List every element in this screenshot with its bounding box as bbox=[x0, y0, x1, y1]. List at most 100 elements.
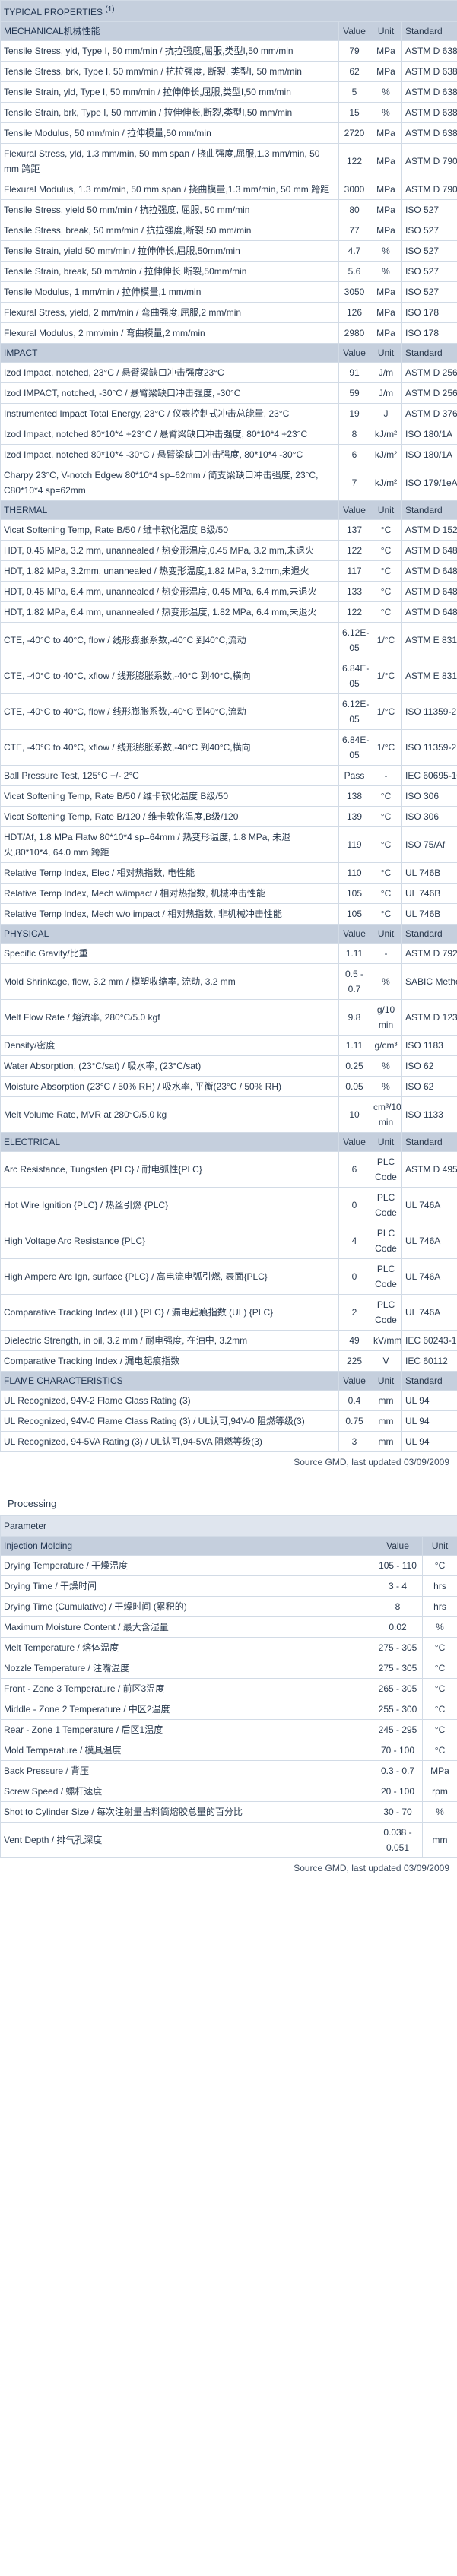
property-unit: % bbox=[370, 261, 402, 282]
property-unit: % bbox=[370, 102, 402, 123]
property-unit: mm bbox=[370, 1431, 402, 1452]
parameter-unit: °C bbox=[421, 1658, 457, 1679]
property-standard: UL 746A bbox=[401, 1223, 457, 1259]
parameter-name: Front - Zone 3 Temperature / 前区3温度 bbox=[0, 1678, 373, 1699]
property-standard: ASTM D 648 bbox=[401, 540, 457, 561]
table-row: Tensile Stress, break, 50 mm/min / 抗拉强度,… bbox=[0, 220, 457, 241]
property-name: Flexural Stress, yield, 2 mm/min / 弯曲强度,… bbox=[0, 302, 339, 323]
value-column-header: Value bbox=[338, 21, 370, 41]
table-row: High Voltage Arc Resistance {PLC} 4 PLC Co… bbox=[0, 1223, 457, 1259]
property-value: 6 bbox=[338, 1151, 370, 1188]
value-column-header: Value bbox=[338, 924, 370, 944]
property-unit: MPa bbox=[370, 143, 402, 179]
property-value: 77 bbox=[338, 220, 370, 241]
property-name: Tensile Strain, yld, Type I, 50 mm/min /… bbox=[0, 81, 339, 103]
property-unit: PLC Code bbox=[370, 1294, 402, 1331]
table-row: UL Recognized, 94V-0 Flame Class Rating … bbox=[0, 1410, 457, 1432]
property-unit: °C bbox=[370, 806, 402, 827]
unit-column-header: Unit bbox=[370, 343, 402, 363]
group-label: Injection Molding bbox=[0, 1536, 373, 1556]
standard-column-header: Standard bbox=[401, 343, 457, 363]
property-standard: ASTM E 831 bbox=[401, 622, 457, 658]
section-header-thermal: THERMAL Value Unit Standard bbox=[0, 500, 457, 520]
property-name: Mold Shrinkage, flow, 3.2 mm / 模塑收缩率, 流动… bbox=[0, 963, 339, 1000]
property-unit: % bbox=[370, 963, 402, 1000]
property-name: Tensile Strain, break, 50 mm/min / 拉伸伸长,… bbox=[0, 261, 339, 282]
table-row: Relative Temp Index, Mech w/impact / 相对热… bbox=[0, 883, 457, 904]
table-row: Vicat Softening Temp, Rate B/120 / 维卡软化温… bbox=[0, 806, 457, 827]
property-unit: PLC Code bbox=[370, 1187, 402, 1223]
table-row: Tensile Stress, brk, Type I, 50 mm/min /… bbox=[0, 61, 457, 82]
property-unit: MPa bbox=[370, 220, 402, 241]
property-standard: ISO 62 bbox=[401, 1076, 457, 1097]
property-unit: °C bbox=[370, 862, 402, 884]
property-value: 3050 bbox=[338, 281, 370, 303]
parameter-name: Mold Temperature / 模具温度 bbox=[0, 1740, 373, 1761]
property-name: Arc Resistance, Tungsten {PLC} / 耐电弧性{PL… bbox=[0, 1151, 339, 1188]
unit-column-header: Unit bbox=[370, 1132, 402, 1152]
property-unit: mm bbox=[370, 1390, 402, 1411]
unit-column-header: Unit bbox=[370, 21, 402, 41]
property-name: HDT, 1.82 MPa, 6.4 mm, unannealed / 热变形温… bbox=[0, 601, 339, 623]
property-standard: UL 746B bbox=[401, 903, 457, 925]
property-name: Flexural Modulus, 2 mm/min / 弯曲模量,2 mm/m… bbox=[0, 322, 339, 344]
table-row: CTE, -40°C to 40°C, xflow / 线形膨胀系数,-40°C… bbox=[0, 729, 457, 766]
property-standard: ASTM D 638 bbox=[401, 122, 457, 144]
table-row: Melt Flow Rate / 熔流率, 280°C/5.0 kgf 9.8 g/… bbox=[0, 999, 457, 1036]
property-value: 49 bbox=[338, 1330, 370, 1351]
unit-column-header: Unit bbox=[370, 1371, 402, 1391]
property-unit: kJ/m² bbox=[370, 444, 402, 465]
property-unit: MPa bbox=[370, 122, 402, 144]
property-value: 1.11 bbox=[338, 1035, 370, 1056]
standard-column-header: Standard bbox=[401, 1371, 457, 1391]
property-unit: MPa bbox=[370, 61, 402, 82]
property-unit: - bbox=[370, 765, 402, 786]
property-name: Ball Pressure Test, 125°C +/- 2°C bbox=[0, 765, 339, 786]
property-name: Tensile Strain, yield 50 mm/min / 拉伸伸长,屈… bbox=[0, 240, 339, 262]
property-standard: ASTM D 638 bbox=[401, 40, 457, 62]
property-unit: % bbox=[370, 1076, 402, 1097]
property-value: 225 bbox=[338, 1350, 370, 1372]
table-row: Melt Volume Rate, MVR at 280°C/5.0 kg 10 c… bbox=[0, 1096, 457, 1133]
table-row: High Ampere Arc Ign, surface {PLC} / 高电流… bbox=[0, 1258, 457, 1295]
property-name: CTE, -40°C to 40°C, xflow / 线形膨胀系数,-40°C… bbox=[0, 729, 339, 766]
property-value: 6 bbox=[338, 444, 370, 465]
parameter-unit: hrs bbox=[421, 1596, 457, 1617]
section-title: IMPACT bbox=[0, 343, 339, 363]
property-name: Moisture Absorption (23°C / 50% RH) / 吸水… bbox=[0, 1076, 339, 1097]
property-name: Tensile Modulus, 1 mm/min / 拉伸模量,1 mm/mi… bbox=[0, 281, 339, 303]
property-value: 19 bbox=[338, 403, 370, 424]
parameter-value: 105 - 110 bbox=[373, 1555, 423, 1576]
property-unit: % bbox=[370, 240, 402, 262]
property-unit: % bbox=[370, 81, 402, 103]
property-value: 110 bbox=[338, 862, 370, 884]
property-standard: ISO 527 bbox=[401, 281, 457, 303]
property-value: 105 bbox=[338, 903, 370, 925]
table-row: Moisture Absorption (23°C / 50% RH) / 吸水… bbox=[0, 1076, 457, 1097]
property-unit: J/m bbox=[370, 382, 402, 404]
parameter-value: 20 - 100 bbox=[373, 1781, 423, 1802]
property-value: 3 bbox=[338, 1431, 370, 1452]
property-value: 10 bbox=[338, 1096, 370, 1133]
property-standard: UL 746A bbox=[401, 1187, 457, 1223]
property-name: Tensile Stress, break, 50 mm/min / 抗拉强度,… bbox=[0, 220, 339, 241]
property-standard: UL 746A bbox=[401, 1294, 457, 1331]
property-name: Comparative Tracking Index / 漏电起痕指数 bbox=[0, 1350, 339, 1372]
parameter-name: Maximum Moisture Content / 最大含湿量 bbox=[0, 1616, 373, 1638]
property-unit: J bbox=[370, 403, 402, 424]
section-title: ELECTRICAL bbox=[0, 1132, 339, 1152]
table-row: Izod IMPACT, notched, -30°C / 悬臂梁缺口冲击强度,… bbox=[0, 382, 457, 404]
property-unit: °C bbox=[370, 519, 402, 541]
property-unit: MPa bbox=[370, 179, 402, 200]
property-value: 0.25 bbox=[338, 1055, 370, 1077]
property-value: 7 bbox=[338, 465, 370, 501]
property-name: Izod Impact, notched, 23°C / 悬臂梁缺口冲击强度23… bbox=[0, 362, 339, 383]
property-standard: ISO 11359-2 bbox=[401, 729, 457, 766]
property-unit: cm³/10 min bbox=[370, 1096, 402, 1133]
property-unit: MPa bbox=[370, 281, 402, 303]
processing-source: Source GMD, last updated 03/09/2009 bbox=[294, 1863, 449, 1873]
parameter-name: Vent Depth / 排气孔深度 bbox=[0, 1822, 373, 1858]
property-value: 0.75 bbox=[338, 1410, 370, 1432]
property-unit: V bbox=[370, 1350, 402, 1372]
property-standard: SABIC Method bbox=[401, 963, 457, 1000]
